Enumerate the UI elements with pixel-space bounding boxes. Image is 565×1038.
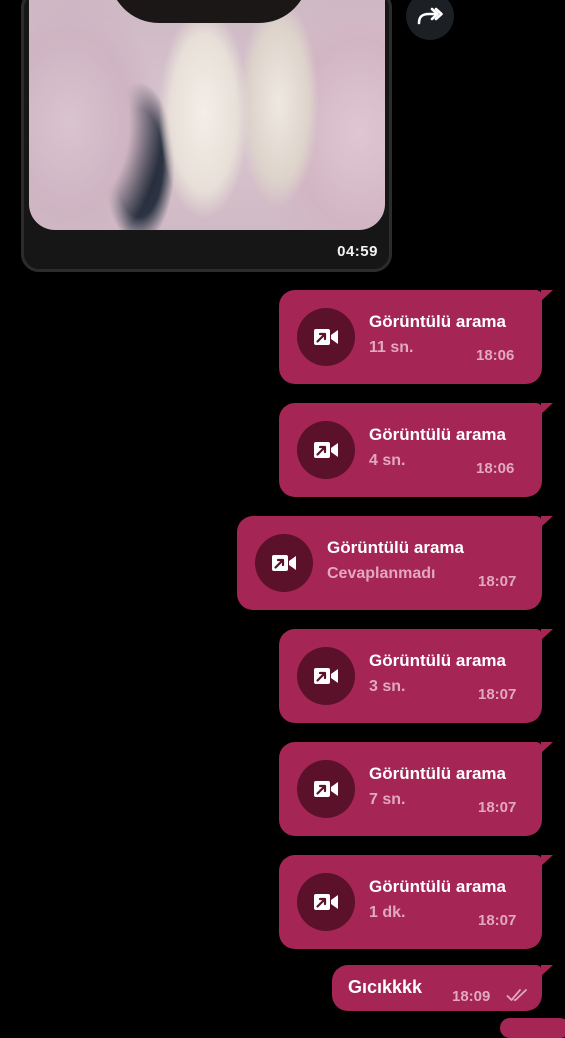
call-time: 18:06 [476,460,515,477]
call-time: 18:07 [478,686,517,703]
call-duration: 7 sn. [369,791,406,808]
call-title: Görüntülü arama [369,764,506,783]
call-duration: 11 sn. [369,339,414,356]
outgoing-video-call-icon[interactable] [255,534,313,592]
video-duration: 04:59 [337,243,378,260]
video-thumbnail[interactable] [29,0,385,230]
message-text: Gıcıkkkk [348,977,423,997]
call-message-bubble[interactable]: Görüntülü arama 3 sn. 18:07 [279,629,553,723]
forward-button[interactable] [406,0,454,40]
call-message-bubble[interactable]: Görüntülü arama 4 sn. 18:06 [279,403,553,497]
outgoing-video-call-icon[interactable] [297,647,355,705]
call-time: 18:07 [478,912,517,929]
call-message-bubble[interactable]: Görüntülü arama Cevaplanmadı 18:07 [237,516,553,610]
next-message-bubble[interactable] [500,1018,565,1038]
call-message-bubble[interactable]: Görüntülü arama 11 sn. 18:06 [279,290,553,384]
bubble-tail [541,403,553,414]
call-message-bubble[interactable]: Görüntülü arama 7 sn. 18:07 [279,742,553,836]
call-duration: 1 dk. [369,904,406,921]
call-duration: 3 sn. [369,678,406,695]
bubble-tail [541,965,553,976]
bubble-tail [541,290,553,301]
forward-arrow-icon [417,7,443,25]
outgoing-video-call-icon[interactable] [297,308,355,366]
call-duration: 4 sn. [369,452,406,469]
call-time: 18:06 [476,347,515,364]
call-time: 18:07 [478,573,517,590]
message-time: 18:09 [452,988,491,1005]
call-time: 18:07 [478,799,517,816]
double-check-icon [506,989,527,1001]
call-title: Görüntülü arama [369,651,506,670]
bubble-tail [541,516,553,527]
thumbnail-shadow [109,0,309,23]
call-message-bubble[interactable]: Görüntülü arama 1 dk. 18:07 [279,855,553,949]
outgoing-video-call-icon[interactable] [297,760,355,818]
bubble-tail [541,855,553,866]
bubble-tail [541,629,553,640]
video-message-bubble[interactable]: 04:59 [21,0,392,272]
call-title: Görüntülü arama [369,877,506,896]
call-title: Görüntülü arama [327,538,464,557]
call-status: Cevaplanmadı [327,565,436,582]
call-title: Görüntülü arama [369,425,506,444]
bubble-tail [541,742,553,753]
text-message-bubble[interactable]: Gıcıkkkk 18:09 [332,965,553,1011]
outgoing-video-call-icon[interactable] [297,873,355,931]
call-title: Görüntülü arama [369,312,506,331]
outgoing-video-call-icon[interactable] [297,421,355,479]
